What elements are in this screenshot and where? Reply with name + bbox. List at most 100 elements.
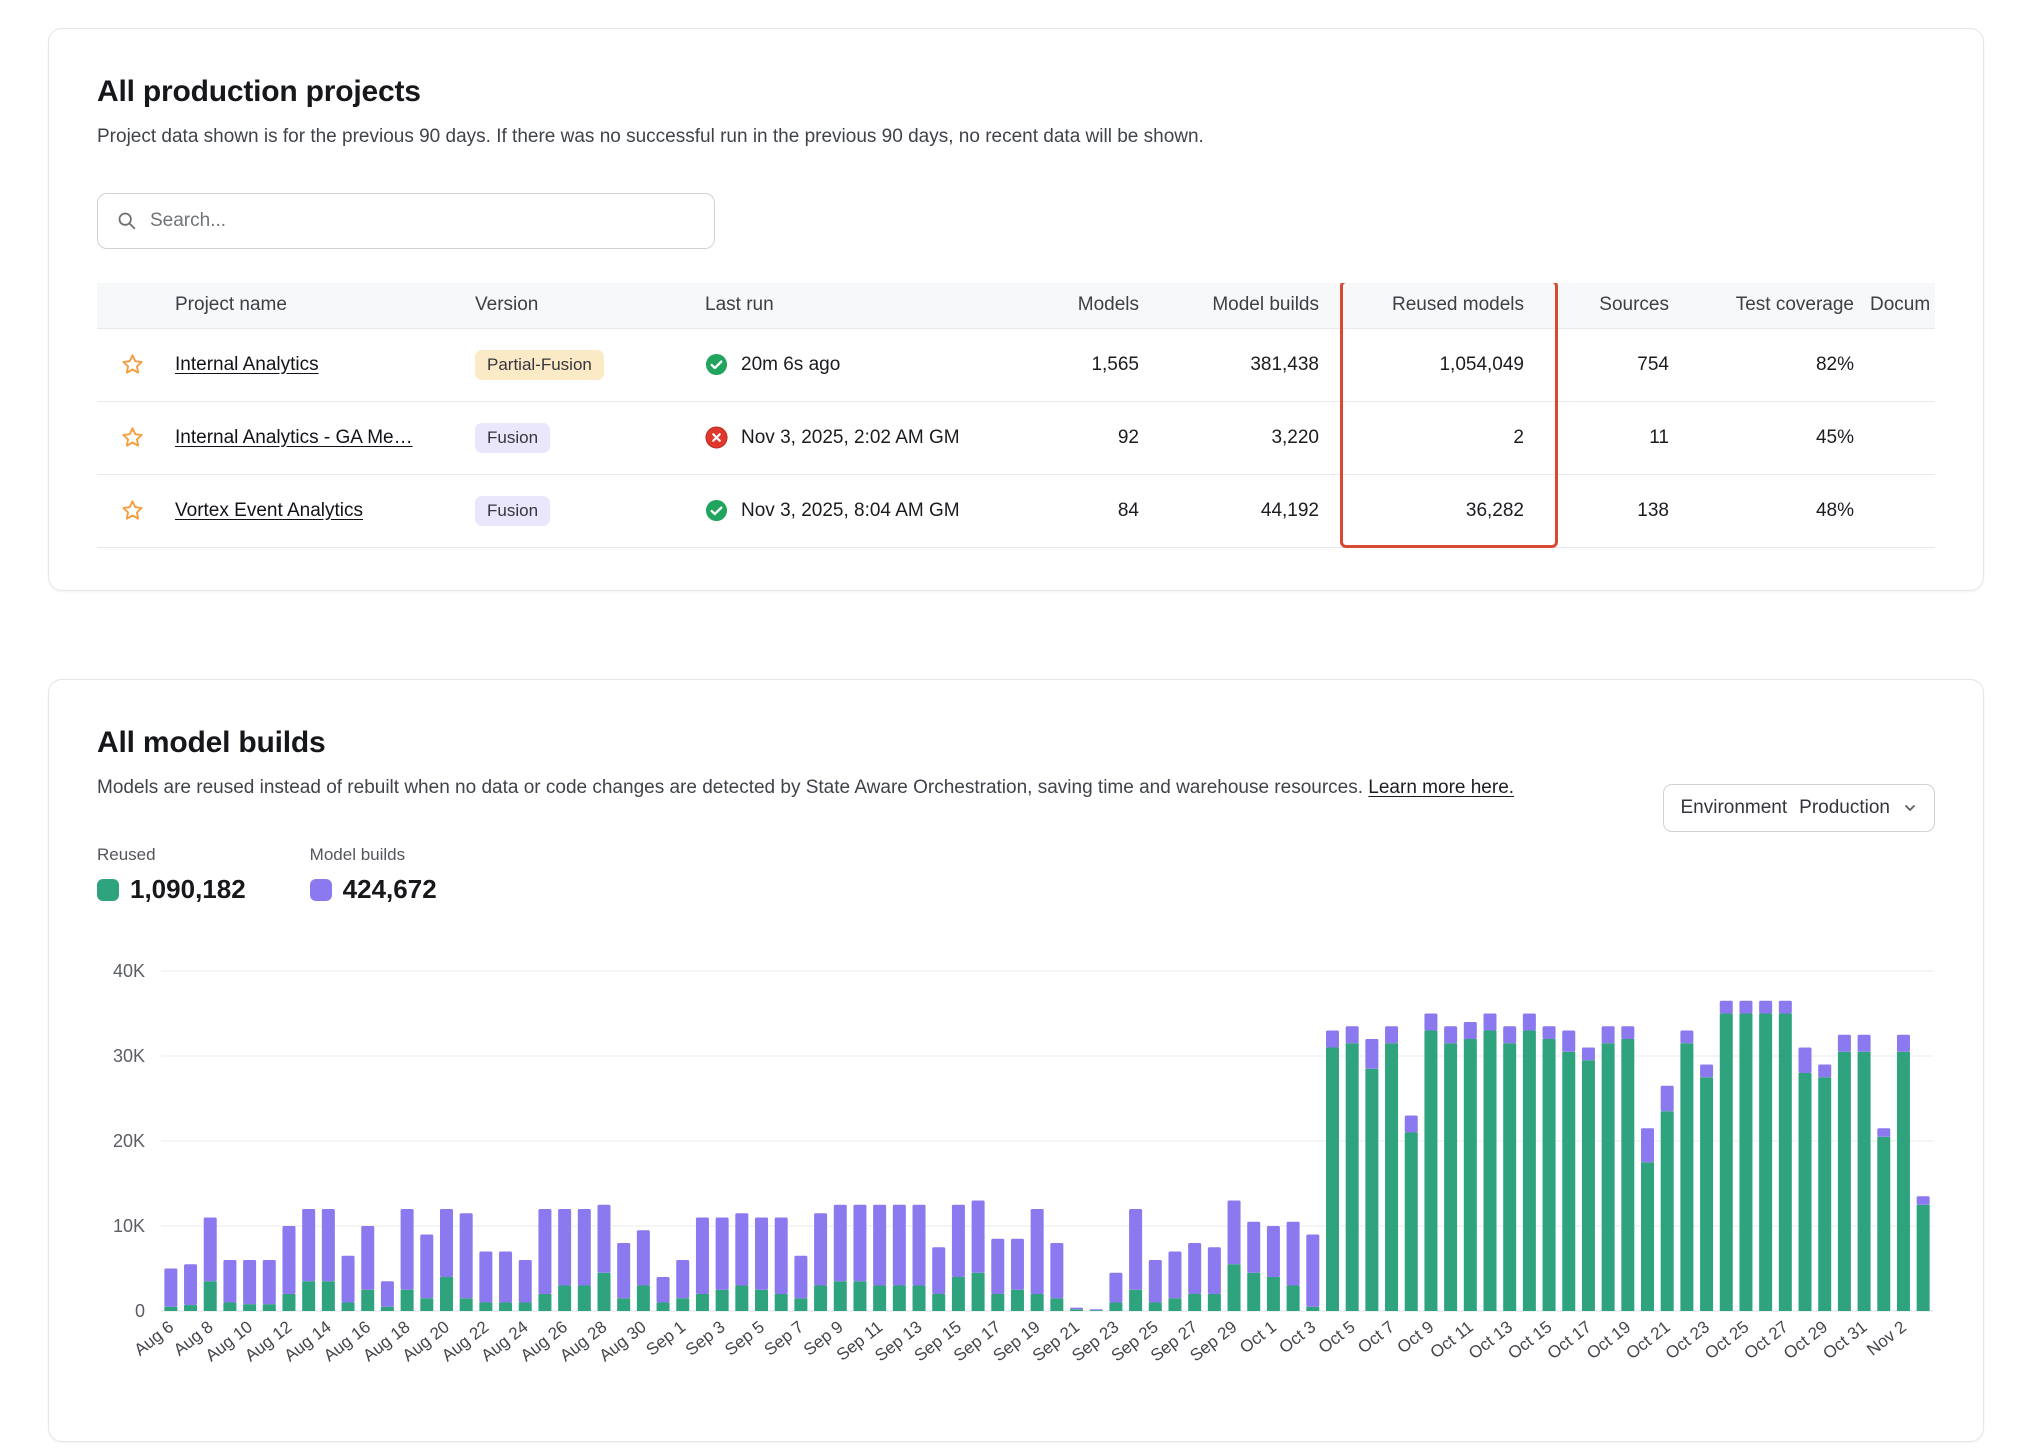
bar-segment-model-builds[interactable] [1543, 1026, 1556, 1039]
bar-segment-model-builds[interactable] [1720, 1001, 1733, 1014]
bar-segment-model-builds[interactable] [735, 1213, 748, 1285]
bar-segment-model-builds[interactable] [1090, 1309, 1103, 1310]
bar-segment-model-builds[interactable] [243, 1260, 256, 1304]
bar-segment-model-builds[interactable] [1464, 1022, 1477, 1039]
bar-segment-reused[interactable] [164, 1307, 177, 1311]
bar-segment-reused[interactable] [1543, 1039, 1556, 1311]
bar-segment-model-builds[interactable] [1208, 1247, 1221, 1294]
star-icon[interactable] [120, 352, 145, 377]
bar-segment-reused[interactable] [873, 1286, 886, 1312]
bar-segment-model-builds[interactable] [401, 1209, 414, 1290]
bar-segment-reused[interactable] [755, 1290, 768, 1311]
bar-segment-reused[interactable] [735, 1286, 748, 1312]
bar-segment-model-builds[interactable] [204, 1218, 217, 1282]
bar-segment-reused[interactable] [1484, 1031, 1497, 1312]
bar-segment-model-builds[interactable] [1346, 1026, 1359, 1043]
bar-segment-reused[interactable] [578, 1286, 591, 1312]
bar-segment-reused[interactable] [1011, 1290, 1024, 1311]
bar-segment-model-builds[interactable] [282, 1226, 295, 1294]
bar-segment-reused[interactable] [1129, 1290, 1142, 1311]
bar-segment-reused[interactable] [893, 1286, 906, 1312]
bar-segment-model-builds[interactable] [617, 1243, 630, 1298]
bar-segment-model-builds[interactable] [1858, 1035, 1871, 1052]
bar-segment-reused[interactable] [972, 1273, 985, 1311]
bar-segment-model-builds[interactable] [1306, 1235, 1319, 1307]
bar-segment-model-builds[interactable] [1031, 1209, 1044, 1294]
bar-segment-reused[interactable] [696, 1294, 709, 1311]
bar-segment-model-builds[interactable] [913, 1205, 926, 1286]
bar-segment-reused[interactable] [1661, 1111, 1674, 1311]
bar-segment-reused[interactable] [1680, 1043, 1693, 1311]
bar-segment-reused[interactable] [814, 1286, 827, 1312]
bar-segment-model-builds[interactable] [1897, 1035, 1910, 1052]
bar-segment-reused[interactable] [1365, 1069, 1378, 1311]
bar-segment-model-builds[interactable] [578, 1209, 591, 1286]
project-name-link[interactable]: Vortex Event Analytics [175, 500, 363, 521]
bar-segment-reused[interactable] [302, 1281, 315, 1311]
bar-segment-model-builds[interactable] [1405, 1116, 1418, 1133]
bar-segment-model-builds[interactable] [1267, 1226, 1280, 1277]
bar-segment-model-builds[interactable] [1739, 1001, 1752, 1014]
bar-segment-reused[interactable] [1444, 1043, 1457, 1311]
bar-segment-reused[interactable] [1700, 1077, 1713, 1311]
bar-segment-model-builds[interactable] [361, 1226, 374, 1290]
bar-segment-model-builds[interactable] [1484, 1014, 1497, 1031]
bar-segment-reused[interactable] [1326, 1048, 1339, 1312]
bar-segment-reused[interactable] [184, 1305, 197, 1311]
bar-segment-model-builds[interactable] [1523, 1014, 1536, 1031]
bar-segment-reused[interactable] [1168, 1298, 1181, 1311]
bar-segment-reused[interactable] [657, 1303, 670, 1312]
bar-segment-reused[interactable] [1031, 1294, 1044, 1311]
project-name-link[interactable]: Internal Analytics - GA Me… [175, 427, 413, 448]
bar-segment-reused[interactable] [282, 1294, 295, 1311]
bar-segment-reused[interactable] [243, 1304, 256, 1311]
bar-segment-model-builds[interactable] [716, 1218, 729, 1290]
bar-segment-reused[interactable] [361, 1290, 374, 1311]
bar-segment-reused[interactable] [913, 1286, 926, 1312]
bar-segment-reused[interactable] [676, 1298, 689, 1311]
bar-segment-model-builds[interactable] [794, 1256, 807, 1299]
bar-segment-reused[interactable] [794, 1298, 807, 1311]
search-input[interactable] [150, 210, 696, 232]
bar-segment-model-builds[interactable] [932, 1247, 945, 1294]
bar-segment-model-builds[interactable] [1877, 1128, 1890, 1137]
bar-segment-reused[interactable] [1228, 1264, 1241, 1311]
bar-segment-reused[interactable] [420, 1298, 433, 1311]
bar-segment-reused[interactable] [1759, 1014, 1772, 1312]
bar-segment-model-builds[interactable] [1917, 1196, 1930, 1205]
environment-select[interactable]: Environment Production [1663, 784, 1935, 832]
bar-segment-model-builds[interactable] [696, 1218, 709, 1295]
bar-segment-reused[interactable] [1090, 1310, 1103, 1311]
bar-segment-model-builds[interactable] [322, 1209, 335, 1281]
bar-segment-model-builds[interactable] [1326, 1031, 1339, 1048]
bar-segment-model-builds[interactable] [499, 1252, 512, 1303]
bar-segment-model-builds[interactable] [223, 1260, 236, 1303]
bar-segment-reused[interactable] [1247, 1273, 1260, 1311]
bar-segment-reused[interactable] [1287, 1286, 1300, 1312]
star-icon[interactable] [120, 498, 145, 523]
bar-segment-model-builds[interactable] [1228, 1201, 1241, 1265]
bar-segment-model-builds[interactable] [420, 1235, 433, 1299]
bar-segment-model-builds[interactable] [1385, 1026, 1398, 1043]
learn-more-link[interactable]: Learn more here. [1368, 777, 1514, 798]
bar-segment-model-builds[interactable] [873, 1205, 886, 1286]
bar-segment-reused[interactable] [1621, 1039, 1634, 1311]
bar-segment-model-builds[interactable] [1247, 1222, 1260, 1273]
bar-segment-model-builds[interactable] [1818, 1065, 1831, 1078]
bar-segment-reused[interactable] [1602, 1043, 1615, 1311]
bar-segment-reused[interactable] [834, 1281, 847, 1311]
bar-segment-model-builds[interactable] [1779, 1001, 1792, 1014]
bar-segment-model-builds[interactable] [1602, 1026, 1615, 1043]
bar-segment-reused[interactable] [1208, 1294, 1221, 1311]
bar-segment-model-builds[interactable] [1444, 1026, 1457, 1043]
bar-segment-reused[interactable] [1070, 1309, 1083, 1311]
bar-segment-reused[interactable] [1267, 1277, 1280, 1311]
bar-segment-model-builds[interactable] [1149, 1260, 1162, 1303]
bar-segment-model-builds[interactable] [558, 1209, 571, 1286]
bar-segment-reused[interactable] [1720, 1014, 1733, 1312]
bar-segment-model-builds[interactable] [1109, 1273, 1122, 1303]
bar-segment-model-builds[interactable] [1129, 1209, 1142, 1290]
bar-segment-reused[interactable] [538, 1294, 551, 1311]
bar-segment-reused[interactable] [558, 1286, 571, 1312]
bar-segment-model-builds[interactable] [460, 1213, 473, 1298]
